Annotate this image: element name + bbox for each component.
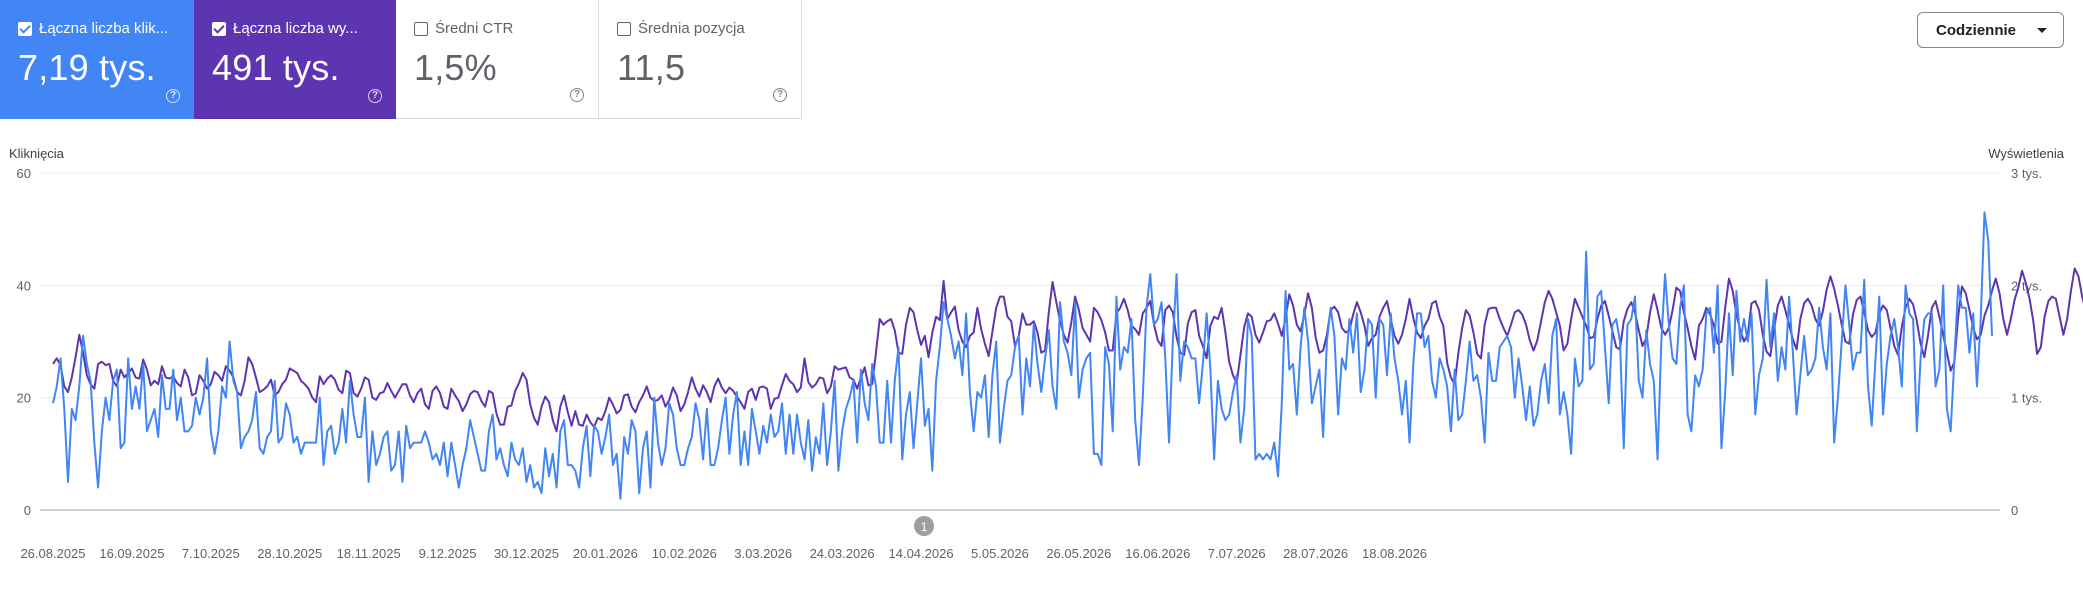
x-tick-label: 5.05.2026 (971, 546, 1029, 561)
x-tick-label: 20.01.2026 (573, 546, 638, 561)
x-tick-label: 30.12.2025 (494, 546, 559, 561)
left-tick-label: 60 (17, 166, 31, 181)
x-tick-label: 24.03.2026 (810, 546, 875, 561)
series-line-impressions (52, 267, 2083, 433)
annotation-label: 1 (921, 520, 928, 534)
series-line-clicks (52, 211, 1993, 500)
right-tick-label: 1 tys. (2011, 391, 2042, 406)
x-tick-label: 16.09.2025 (99, 546, 164, 561)
x-tick-label: 28.07.2026 (1283, 546, 1348, 561)
x-tick-label: 9.12.2025 (419, 546, 477, 561)
x-tick-label: 7.10.2025 (182, 546, 240, 561)
x-tick-label: 18.08.2026 (1362, 546, 1427, 561)
left-tick-label: 0 (24, 503, 31, 518)
x-tick-label: 26.05.2026 (1046, 546, 1111, 561)
x-tick-label: 7.07.2026 (1208, 546, 1266, 561)
left-axis-title: Kliknięcia (9, 146, 65, 161)
performance-chart: Kliknięcia Wyświetlenia0 020 1 tys.40 2 tys.… (9, 146, 2083, 561)
x-tick-label: 10.02.2026 (652, 546, 717, 561)
x-tick-label: 16.06.2026 (1125, 546, 1190, 561)
left-tick-label: 40 (17, 278, 31, 293)
right-axis-title: Wyświetlenia (1988, 146, 2065, 161)
right-tick-label: 3 tys. (2011, 166, 2042, 181)
x-tick-label: 18.11.2025 (337, 546, 401, 561)
x-tick-label: 28.10.2025 (257, 546, 322, 561)
left-tick-label: 20 (17, 391, 31, 406)
x-tick-label: 3.03.2026 (734, 546, 792, 561)
x-tick-label: 14.04.2026 (889, 546, 954, 561)
right-tick-label: 0 (2011, 503, 2018, 518)
x-tick-label: 26.08.2025 (20, 546, 85, 561)
